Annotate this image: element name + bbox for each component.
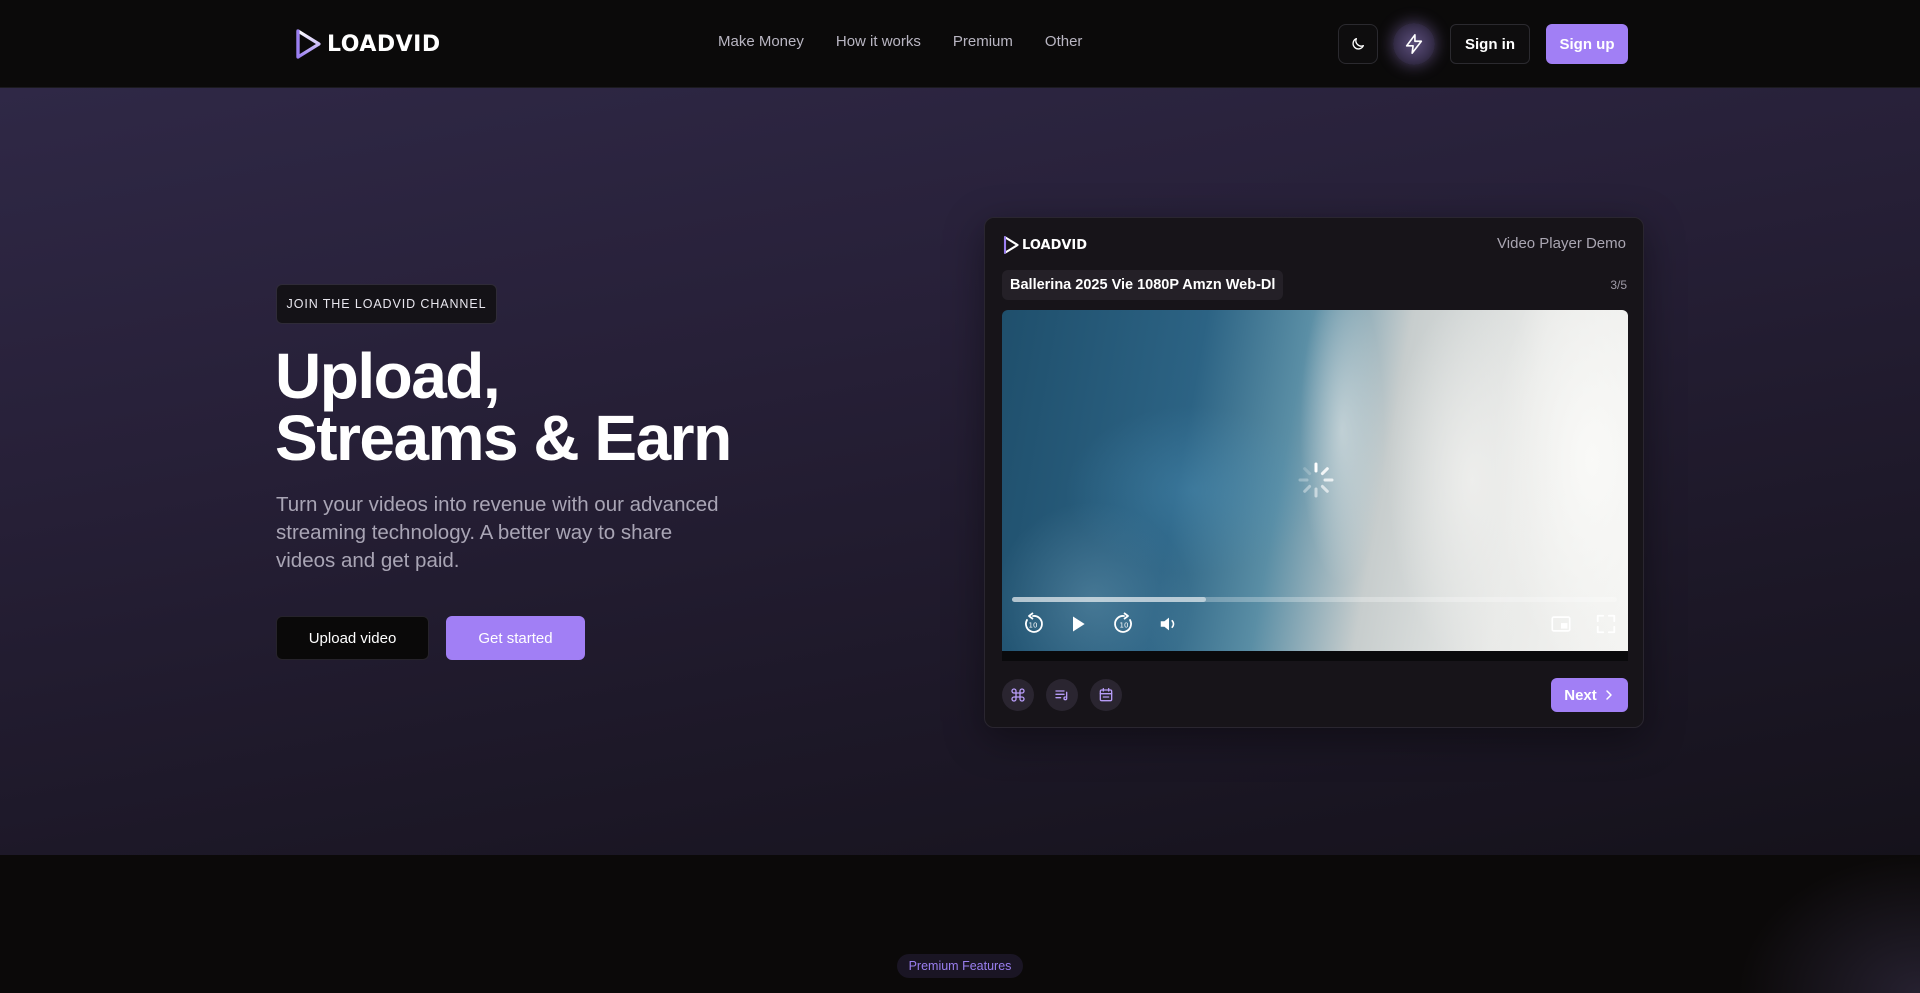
- loading-spinner-icon: [1298, 462, 1334, 498]
- svg-text:10: 10: [1029, 622, 1038, 630]
- nav-item-other[interactable]: Other: [1045, 33, 1083, 50]
- boost-button[interactable]: [1393, 23, 1435, 65]
- chevron-right-icon: [1606, 690, 1612, 700]
- play-logo-icon: [1003, 236, 1019, 254]
- rewind-10-icon: 10: [1025, 612, 1043, 633]
- channel-badge[interactable]: JOIN THE LOADVID CHANNEL: [276, 284, 497, 324]
- next-button-label: Next: [1564, 686, 1597, 704]
- player-logo: LOADVID: [1002, 235, 1087, 255]
- rewind-10-button[interactable]: 10: [1020, 611, 1046, 637]
- picture-in-picture-icon: [1551, 616, 1571, 632]
- play-logo-icon: [296, 29, 321, 59]
- playlist-button[interactable]: [1046, 679, 1078, 711]
- next-button[interactable]: Next: [1551, 678, 1628, 712]
- shortcuts-button[interactable]: [1002, 679, 1034, 711]
- schedule-button[interactable]: [1090, 679, 1122, 711]
- player-demo-label: Video Player Demo: [1497, 235, 1626, 252]
- logo[interactable]: LOADVID: [293, 28, 441, 60]
- video-title: Ballerina 2025 Vie 1080P Amzn Web-Dl: [1002, 270, 1284, 300]
- video-counter: 3/5: [1610, 278, 1627, 292]
- video-progress-fill: [1012, 597, 1206, 602]
- hero-title-line-2: Streams & Earn: [275, 402, 732, 474]
- nav-item-make-money[interactable]: Make Money: [718, 33, 804, 50]
- fullscreen-button[interactable]: [1593, 611, 1619, 637]
- hero-subtitle: Turn your videos into revenue with our a…: [276, 493, 719, 572]
- video-player[interactable]: 10 10: [1002, 310, 1628, 661]
- volume-button[interactable]: [1156, 611, 1182, 637]
- moon-icon: [1352, 38, 1364, 50]
- picture-in-picture-button[interactable]: [1548, 611, 1574, 637]
- bolt-icon: [1405, 34, 1423, 54]
- play-icon: [1073, 616, 1085, 632]
- video-player-card: LOADVID Video Player Demo Ballerina 2025…: [984, 217, 1644, 728]
- sign-up-button[interactable]: Sign up: [1546, 24, 1628, 64]
- nav-item-premium[interactable]: Premium: [953, 33, 1013, 50]
- forward-10-icon: 10: [1114, 612, 1132, 633]
- site-header: LOADVID Make Money How it works Premium …: [0, 0, 1920, 88]
- sign-in-button[interactable]: Sign in: [1450, 24, 1530, 64]
- command-icon: [1011, 688, 1025, 702]
- player-logo-text: LOADVID: [1022, 237, 1088, 253]
- playlist-icon: [1055, 690, 1068, 701]
- play-button[interactable]: [1065, 611, 1091, 637]
- calendar-icon: [1099, 688, 1113, 702]
- hero-title: Upload, Streams & Earn: [275, 340, 835, 474]
- video-progress-bar[interactable]: [1012, 597, 1617, 602]
- nav-item-how-it-works[interactable]: How it works: [836, 33, 921, 50]
- upload-video-button[interactable]: Upload video: [276, 616, 429, 660]
- hero-title-line-1: Upload,: [275, 340, 501, 412]
- fullscreen-icon: [1596, 614, 1616, 634]
- main-nav: Make Money How it works Premium Other: [718, 33, 1082, 50]
- video-bottom-bar: [1002, 651, 1628, 661]
- premium-features-pill: Premium Features: [897, 954, 1023, 978]
- forward-10-button[interactable]: 10: [1111, 611, 1137, 637]
- volume-icon: [1160, 617, 1175, 631]
- get-started-button[interactable]: Get started: [446, 616, 585, 660]
- logo-text: LOADVID: [327, 31, 441, 57]
- theme-toggle-button[interactable]: [1338, 24, 1378, 64]
- svg-text:10: 10: [1120, 622, 1129, 630]
